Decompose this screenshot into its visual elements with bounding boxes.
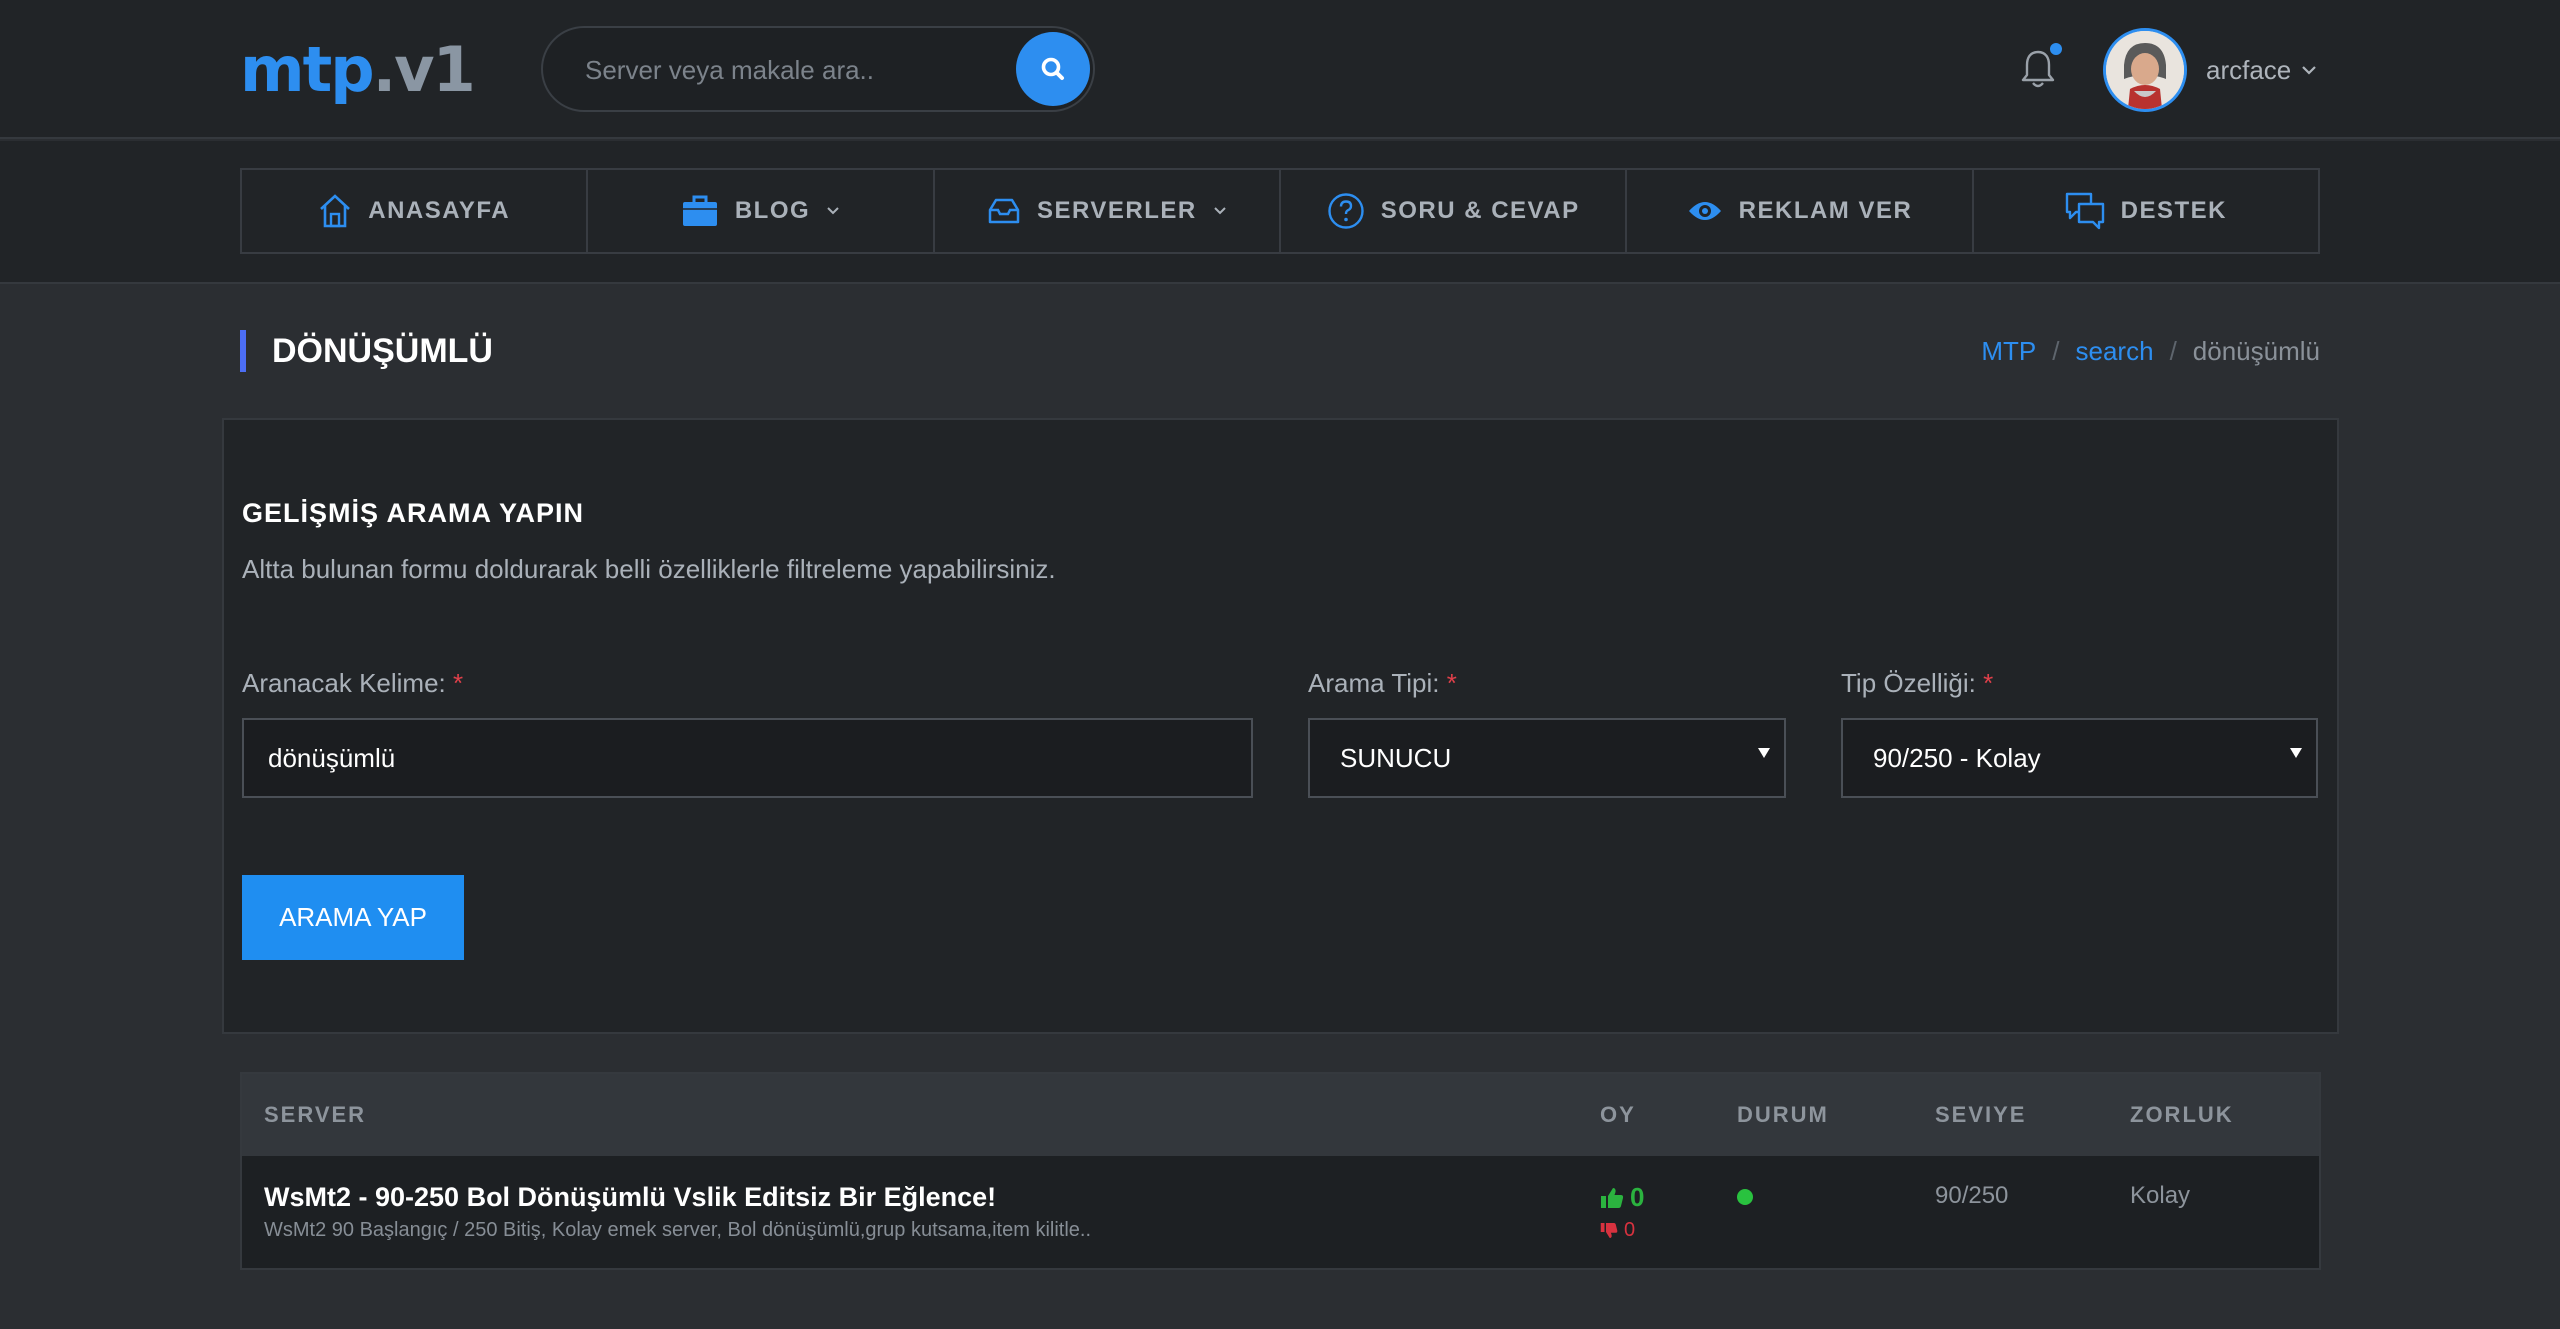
nav-label: ANASAYFA <box>368 197 511 224</box>
nav-item-faq[interactable]: SORU & CEVAP <box>1281 170 1628 252</box>
chevron-down-icon <box>2302 66 2317 75</box>
search-box <box>541 26 1095 112</box>
user-menu[interactable]: arcface <box>2206 50 2317 90</box>
nav-item-ads[interactable]: REKLAM VER <box>1627 170 1974 252</box>
main-nav-bar: ANASAYFA BLOG SERVERLER SORU & CEVAP REK… <box>0 141 2560 284</box>
nav-label: SERVERLER <box>1036 197 1197 224</box>
server-level: 90/250 <box>1935 1182 2009 1209</box>
keyword-label-text: Aranacak Kelime: <box>242 668 446 698</box>
search-type-selected: SUNUCU <box>1340 742 1452 773</box>
column-header-level: SEVIYE <box>1935 1102 2027 1127</box>
server-description: WsMt2 90 Başlangıç / 250 Bitiş, Kolay em… <box>264 1219 1092 1241</box>
question-circle-icon <box>1327 193 1364 229</box>
dropdown-arrow-icon <box>1758 748 1770 758</box>
type-feature-selected: 90/250 - Kolay <box>1873 742 2041 773</box>
inbox-icon <box>988 198 1020 224</box>
search-button[interactable] <box>1016 32 1090 106</box>
logo-text-main: mtp <box>240 33 375 106</box>
type-feature-label: Tip Özelliği: * <box>1841 668 1993 699</box>
search-type-select[interactable]: SUNUCU <box>1308 718 1786 798</box>
search-input[interactable] <box>585 50 985 90</box>
required-mark: * <box>1446 668 1457 698</box>
breadcrumb-current: dönüşümlü <box>2192 336 2320 366</box>
vote-down[interactable]: 0 <box>1600 1219 1635 1242</box>
keyword-input[interactable]: dönüşümlü <box>242 718 1253 798</box>
keyword-label: Aranacak Kelime: * <box>242 668 463 699</box>
nav-item-blog[interactable]: BLOG <box>588 170 935 252</box>
home-icon <box>320 194 351 228</box>
page-title: DÖNÜŞÜMLÜ <box>240 330 493 372</box>
search-type-label: Arama Tipi: * <box>1308 668 1457 699</box>
required-mark: * <box>1983 668 1994 698</box>
chevron-down-icon <box>827 207 839 215</box>
column-header-server: SERVER <box>264 1102 367 1127</box>
advanced-search-title: GELİŞMİŞ ARAMA YAPIN <box>242 498 585 528</box>
server-title-link[interactable]: WsMt2 - 90-250 Bol Dönüşümlü Vslik Edits… <box>264 1182 996 1213</box>
thumbs-up-icon <box>1601 1187 1624 1208</box>
nav-item-servers[interactable]: SERVERLER <box>935 170 1281 252</box>
nav-label: DESTEK <box>2120 197 2227 224</box>
breadcrumb-separator: / <box>2169 336 2177 366</box>
column-header-votes: OY <box>1600 1102 1636 1127</box>
results-table: SERVER OY DURUM SEVIYE ZORLUK WsMt2 - 90… <box>240 1072 2321 1270</box>
bell-icon[interactable] <box>2020 48 2056 90</box>
notification-badge <box>2050 43 2062 55</box>
breadcrumb-separator: / <box>2052 336 2060 366</box>
avatar[interactable] <box>2103 28 2187 112</box>
advanced-search-panel: GELİŞMİŞ ARAMA YAPIN Altta bulunan formu… <box>222 418 2339 1034</box>
nav-item-support[interactable]: DESTEK <box>1974 170 2318 252</box>
column-header-difficulty: ZORLUK <box>2130 1102 2234 1127</box>
nav-item-home[interactable]: ANASAYFA <box>242 170 589 252</box>
nav-label: BLOG <box>734 197 811 224</box>
advanced-search-description: Altta bulunan formu doldurarak belli öze… <box>242 554 1056 584</box>
search-icon <box>1041 57 1064 80</box>
chat-bubbles-icon <box>2065 192 2104 230</box>
status-online-indicator <box>1737 1189 1753 1205</box>
site-logo[interactable]: mtp.v1 <box>240 33 476 106</box>
thumbs-down-icon <box>1600 1223 1618 1238</box>
type-feature-label-text: Tip Özelliği: <box>1841 668 1976 698</box>
vote-up-count: 0 <box>1630 1182 1645 1212</box>
username: arcface <box>2206 54 2292 85</box>
vote-up[interactable]: 0 <box>1600 1182 1644 1213</box>
logo-text-suffix: .v1 <box>372 33 476 106</box>
server-difficulty: Kolay <box>2130 1182 2191 1209</box>
keyword-input-value: dönüşümlü <box>268 742 396 773</box>
dropdown-arrow-icon <box>2290 748 2302 758</box>
page-header: DÖNÜŞÜMLÜ MTP / search / dönüşümlü <box>240 330 2320 372</box>
search-submit-button[interactable]: ARAMA YAP <box>242 875 464 960</box>
table-header: SERVER OY DURUM SEVIYE ZORLUK <box>242 1074 2319 1156</box>
type-feature-select[interactable]: 90/250 - Kolay <box>1841 718 2318 798</box>
chevron-down-icon <box>1213 207 1226 215</box>
required-mark: * <box>453 668 464 698</box>
main-nav: ANASAYFA BLOG SERVERLER SORU & CEVAP REK… <box>240 168 2320 254</box>
briefcase-icon <box>682 195 717 226</box>
search-type-label-text: Arama Tipi: <box>1308 668 1440 698</box>
breadcrumb-link-mtp[interactable]: MTP <box>1981 334 2036 368</box>
nav-label: REKLAM VER <box>1738 197 1913 224</box>
vote-down-count: 0 <box>1624 1219 1636 1241</box>
nav-label: SORU & CEVAP <box>1380 197 1580 224</box>
breadcrumb: MTP / search / dönüşümlü <box>1981 334 2320 368</box>
column-header-status: DURUM <box>1737 1102 1829 1127</box>
eye-icon <box>1688 202 1721 220</box>
top-bar: mtp.v1 arcface <box>0 0 2560 139</box>
breadcrumb-link-search[interactable]: search <box>2076 334 2154 368</box>
